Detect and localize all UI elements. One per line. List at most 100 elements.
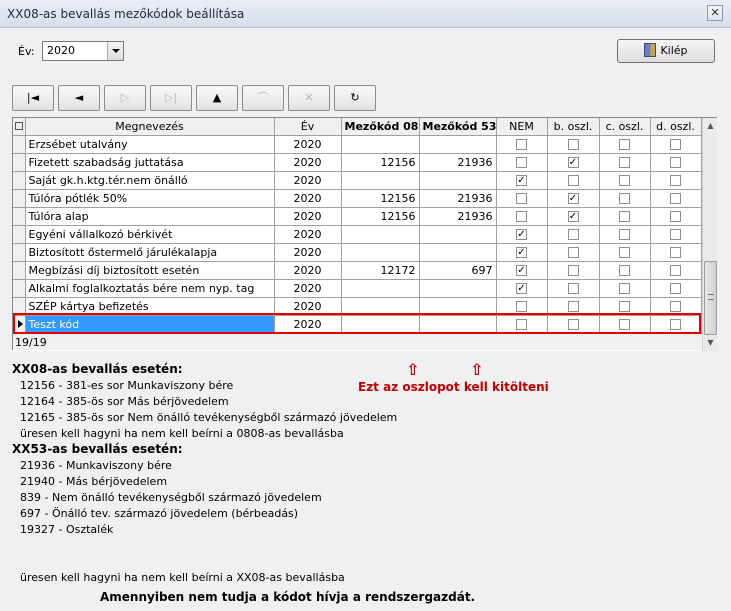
checkbox[interactable] [670, 283, 681, 294]
cell-code08[interactable] [341, 135, 420, 154]
scroll-down-icon[interactable]: ▼ [703, 335, 718, 350]
nav-last-button[interactable]: ▷| [150, 85, 192, 111]
checkbox[interactable] [516, 301, 527, 312]
nav-cancel-button[interactable]: ✕ [288, 85, 330, 111]
checkbox[interactable] [516, 211, 527, 222]
cell-year[interactable]: 2020 [274, 135, 342, 154]
cell-year[interactable]: 2020 [274, 261, 342, 280]
nav-insert-button[interactable]: ▲ [196, 85, 238, 111]
checkbox[interactable] [619, 301, 630, 312]
checkbox[interactable]: ✓ [567, 211, 579, 222]
row-indicator[interactable] [13, 225, 26, 244]
cell-nem[interactable] [496, 153, 548, 172]
cell-code08[interactable] [341, 279, 420, 298]
cell-code53[interactable]: 21936 [419, 153, 497, 172]
cell-c[interactable] [599, 171, 651, 190]
vertical-scrollbar[interactable]: ▲ ▼ [702, 118, 717, 351]
cell-year[interactable]: 2020 [274, 225, 342, 244]
exit-button[interactable]: Kilép [617, 39, 715, 63]
table-row[interactable]: Erzsébet utalvány 2020 [13, 135, 702, 154]
cell-nem[interactable] [496, 189, 548, 208]
cell-code08[interactable] [341, 225, 420, 244]
nav-post-button[interactable]: ⌒ [242, 85, 284, 111]
checkbox[interactable]: ✓ [516, 283, 527, 294]
checkbox[interactable] [670, 265, 681, 276]
cell-name[interactable]: Biztosított őstermelő járulékalapja [25, 243, 275, 262]
scroll-up-icon[interactable]: ▲ [703, 118, 718, 133]
cell-code08[interactable]: 12156 [341, 189, 420, 208]
cell-b[interactable]: ✓ [547, 207, 600, 226]
cell-code53[interactable]: 21936 [419, 189, 497, 208]
cell-d[interactable] [650, 225, 702, 244]
scroll-thumb[interactable] [704, 261, 717, 335]
checkbox[interactable] [516, 157, 527, 168]
checkbox[interactable] [567, 139, 579, 150]
cell-c[interactable] [599, 243, 651, 262]
row-indicator[interactable] [13, 153, 26, 172]
cell-d[interactable] [650, 189, 702, 208]
row-indicator[interactable] [13, 171, 26, 190]
cell-c[interactable] [599, 207, 651, 226]
grid-corner-icon[interactable] [13, 118, 26, 136]
checkbox[interactable] [516, 193, 527, 204]
cell-nem[interactable]: ✓ [496, 171, 548, 190]
chevron-down-icon[interactable] [107, 42, 123, 60]
cell-code53[interactable] [419, 279, 497, 298]
cell-nem[interactable] [496, 135, 548, 154]
checkbox[interactable] [670, 139, 681, 150]
cell-c[interactable] [599, 279, 651, 298]
checkbox[interactable]: ✓ [516, 247, 527, 258]
checkbox[interactable] [619, 139, 630, 150]
cell-b[interactable] [547, 243, 600, 262]
cell-b[interactable] [547, 279, 600, 298]
cell-d[interactable] [650, 279, 702, 298]
nav-prev-button[interactable]: ◄ [58, 85, 100, 111]
checkbox[interactable] [516, 139, 527, 150]
checkbox[interactable]: ✓ [516, 265, 527, 276]
column-header-code08[interactable]: Mezőkód 08 [341, 118, 420, 136]
cell-b[interactable] [547, 135, 600, 154]
checkbox[interactable] [670, 247, 681, 258]
checkbox[interactable] [619, 157, 630, 168]
cell-b[interactable] [547, 171, 600, 190]
table-row[interactable]: Megbízási díj biztosított esetén 2020 1217… [13, 261, 702, 280]
cell-d[interactable] [650, 171, 702, 190]
cell-name[interactable]: Túlóra pótlék 50% [25, 189, 275, 208]
cell-name[interactable]: Erzsébet utalvány [25, 135, 275, 154]
cell-nem[interactable]: ✓ [496, 225, 548, 244]
column-header-c[interactable]: c. oszl. [599, 118, 651, 136]
cell-name[interactable]: Alkalmi foglalkoztatás bére nem nyp. tag [25, 279, 275, 298]
checkbox[interactable]: ✓ [567, 157, 579, 168]
checkbox[interactable] [619, 265, 630, 276]
row-indicator[interactable] [13, 279, 26, 298]
table-row[interactable]: Túlóra pótlék 50% 2020 12156 21936 ✓ [13, 189, 702, 208]
cell-b[interactable] [547, 225, 600, 244]
checkbox[interactable] [619, 229, 630, 240]
cell-name[interactable]: Egyéni vállalkozó bérkivét [25, 225, 275, 244]
nav-first-button[interactable]: |◄ [12, 85, 54, 111]
checkbox[interactable] [670, 193, 681, 204]
cell-d[interactable] [650, 261, 702, 280]
checkbox[interactable] [567, 301, 579, 312]
checkbox[interactable] [567, 265, 579, 276]
cell-c[interactable] [599, 261, 651, 280]
checkbox[interactable] [670, 301, 681, 312]
table-row[interactable]: Biztosított őstermelő járulékalapja 2020 ✓ [13, 243, 702, 262]
cell-code08[interactable] [341, 171, 420, 190]
cell-c[interactable] [599, 189, 651, 208]
checkbox[interactable] [567, 229, 579, 240]
checkbox[interactable] [619, 283, 630, 294]
column-header-b[interactable]: b. oszl. [547, 118, 600, 136]
checkbox[interactable] [670, 229, 681, 240]
cell-year[interactable]: 2020 [274, 171, 342, 190]
table-row[interactable]: Túlóra alap 2020 12156 21936 ✓ [13, 207, 702, 226]
cell-nem[interactable]: ✓ [496, 243, 548, 262]
row-indicator[interactable] [13, 189, 26, 208]
table-row[interactable]: Alkalmi foglalkoztatás bére nem nyp. tag… [13, 279, 702, 298]
cell-d[interactable] [650, 243, 702, 262]
table-row[interactable]: Saját gk.h.ktg.tér.nem önálló 2020 ✓ [13, 171, 702, 190]
checkbox[interactable] [567, 175, 579, 186]
cell-code53[interactable] [419, 225, 497, 244]
cell-code53[interactable] [419, 135, 497, 154]
table-row[interactable]: Egyéni vállalkozó bérkivét 2020 ✓ [13, 225, 702, 244]
